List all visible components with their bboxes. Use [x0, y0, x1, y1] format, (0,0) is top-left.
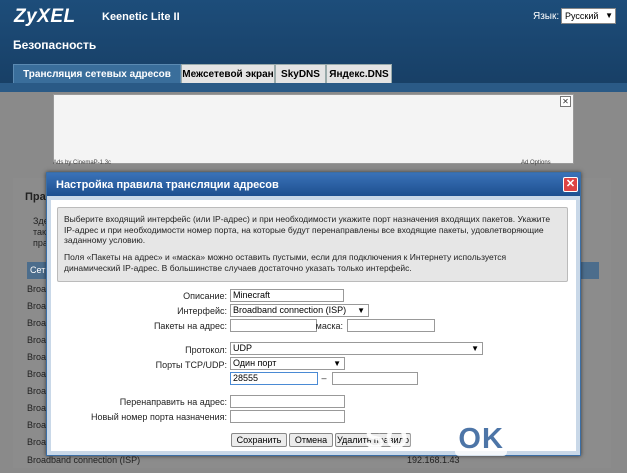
- close-icon[interactable]: ✕: [563, 177, 578, 192]
- description-label: Описание:: [183, 291, 227, 301]
- chevron-down-icon: ▼: [333, 359, 341, 368]
- dialog-title: Настройка правила трансляции адресов: [56, 179, 279, 191]
- row-interface: Broa: [27, 335, 47, 345]
- row-interface: Broa: [27, 420, 47, 430]
- ad-banner: ✕: [53, 94, 574, 164]
- watermark-part: SOFT-: [365, 423, 456, 455]
- ports-select[interactable]: Один порт ▼: [230, 357, 345, 370]
- nat-rule-dialog: Настройка правила трансляции адресов ✕ В…: [46, 172, 581, 456]
- header-bar: ZyXEL Keenetic Lite II Язык: Русский ▼ Б…: [0, 0, 627, 99]
- row-interface: Broa: [27, 369, 47, 379]
- row-interface: Broa: [27, 352, 47, 362]
- port-from-input[interactable]: 28555: [230, 372, 318, 385]
- port-range-dash: –: [321, 373, 327, 383]
- close-icon[interactable]: ✕: [560, 96, 571, 107]
- chevron-down-icon: ▼: [357, 306, 365, 315]
- save-button[interactable]: Сохранить: [231, 433, 287, 447]
- packets-label: Пакеты на адрес:: [153, 321, 227, 331]
- mask-label: маска:: [315, 321, 343, 331]
- port-to-input[interactable]: [332, 372, 418, 385]
- dialog-body: Выберите входящий интерфейс (или IP-адре…: [51, 200, 576, 451]
- watermark: SOFT- OK .NET: [365, 423, 577, 456]
- tab-yandex-dns[interactable]: Яндекс.DNS: [326, 64, 392, 83]
- tab-firewall[interactable]: Межсетевой экран: [181, 64, 275, 83]
- chevron-down-icon: ▼: [471, 344, 479, 353]
- row-interface: Broa: [27, 386, 47, 396]
- new-port-label: Новый номер порта назначения:: [90, 412, 227, 422]
- panel-text: так: [33, 227, 46, 237]
- interface-value: Broadband connection (ISP): [233, 305, 347, 315]
- row-interface: Broadband connection (ISP): [27, 455, 141, 465]
- row-interface: Broa: [27, 403, 47, 413]
- ad-options-link[interactable]: Ad Options: [521, 160, 551, 166]
- zyxel-logo: ZyXEL: [14, 6, 76, 27]
- interface-label: Интерфейс:: [177, 306, 227, 316]
- language-value: Русский: [565, 11, 599, 21]
- section-title: Безопасность: [13, 38, 97, 52]
- language-label: Язык:: [533, 11, 560, 22]
- tab-bar-divider: [0, 83, 627, 92]
- panel-title: Пра: [25, 191, 46, 203]
- tab-skydns[interactable]: SkyDNS: [275, 64, 326, 83]
- column-header: Сет: [30, 265, 46, 275]
- protocol-label: Протокол:: [185, 345, 227, 355]
- row-interface: Broa: [27, 437, 47, 447]
- mask-input[interactable]: [347, 319, 435, 332]
- language-select[interactable]: Русский ▼: [561, 8, 616, 24]
- packets-address-input[interactable]: [230, 319, 317, 332]
- ports-value: Один порт: [233, 358, 277, 368]
- info-text: Выберите входящий интерфейс (или IP-адре…: [64, 214, 551, 245]
- dialog-titlebar[interactable]: Настройка правила трансляции адресов ✕: [47, 173, 580, 196]
- redirect-address-input[interactable]: [230, 395, 345, 408]
- redirect-label: Перенаправить на адрес:: [119, 397, 227, 407]
- info-box: Выберите входящий интерфейс (или IP-адре…: [57, 207, 568, 282]
- protocol-select[interactable]: UDP ▼: [230, 342, 483, 355]
- watermark-part: .NET: [506, 423, 577, 455]
- tab-nat[interactable]: Трансляция сетевых адресов (NAT): [13, 64, 181, 99]
- chevron-down-icon: ▼: [605, 11, 613, 20]
- row-interface: Broa: [27, 318, 47, 328]
- watermark-part: OK: [455, 423, 507, 456]
- cancel-button[interactable]: Отмена: [289, 433, 333, 447]
- model-name: Keenetic Lite II: [102, 11, 180, 23]
- description-input[interactable]: Minecraft: [230, 289, 344, 302]
- ad-caption: Ads by CinemaP-1.3c: [53, 160, 112, 166]
- info-text: Поля «Пакеты на адрес» и «маска» можно о…: [64, 252, 507, 273]
- new-port-input[interactable]: [230, 410, 345, 423]
- ports-label: Порты TCP/UDP:: [155, 360, 227, 370]
- row-interface: Broa: [27, 301, 47, 311]
- interface-select[interactable]: Broadband connection (ISP) ▼: [230, 304, 369, 317]
- protocol-value: UDP: [233, 343, 253, 353]
- row-interface: Broa: [27, 284, 47, 294]
